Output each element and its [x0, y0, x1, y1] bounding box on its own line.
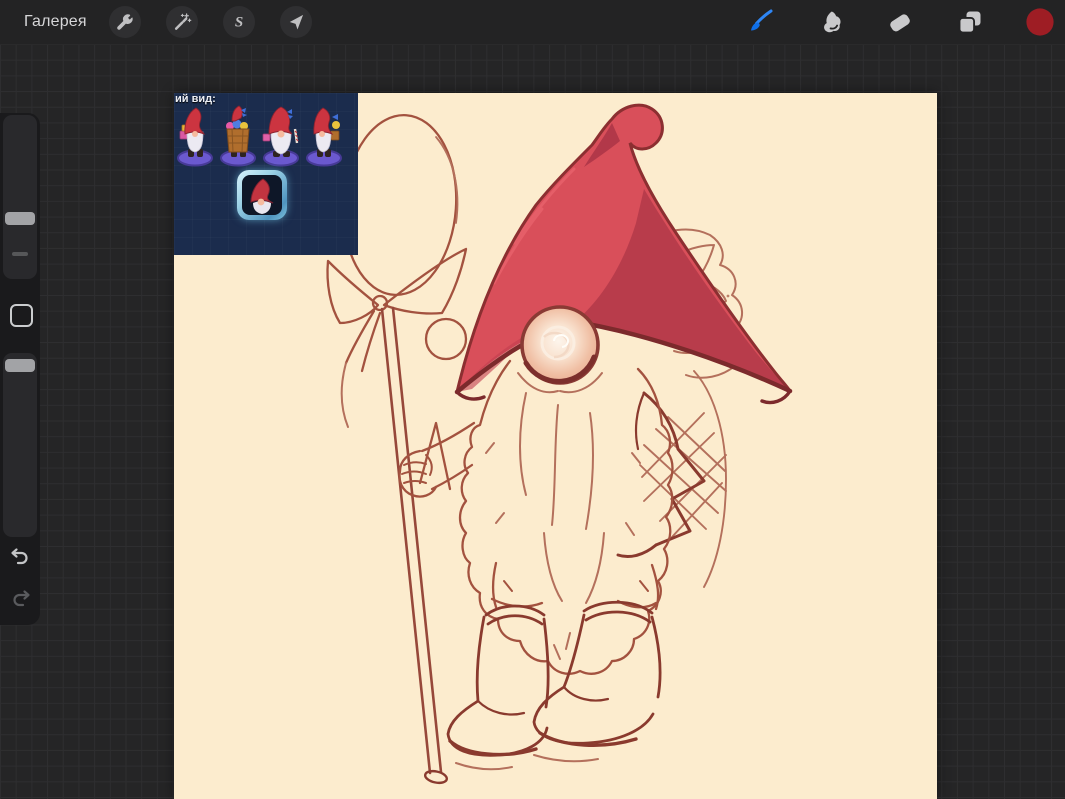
gnome-avatar-icon: [242, 175, 282, 215]
brush-sidebar: [0, 113, 40, 625]
selection-button[interactable]: S: [223, 6, 255, 38]
erase-tool-button[interactable]: [885, 7, 915, 37]
undo-button[interactable]: [8, 546, 32, 570]
selection-s-icon: S: [229, 12, 249, 32]
sprite-gnome-with-gifts-left: [174, 105, 216, 167]
reference-image[interactable]: ий вид:: [174, 93, 358, 255]
slider-clamp-mark: [12, 252, 28, 256]
transform-arrow-icon: [286, 12, 306, 32]
layers-button[interactable]: [955, 7, 985, 37]
modify-button[interactable]: [10, 304, 33, 327]
paint-tool-button[interactable]: [745, 7, 775, 37]
gallery-button[interactable]: Галерея: [24, 13, 87, 31]
smudge-tool-button[interactable]: [815, 7, 845, 37]
color-button[interactable]: [1025, 7, 1055, 37]
opacity-slider[interactable]: [3, 353, 37, 537]
eraser-icon: [886, 8, 914, 36]
wrench-icon: [115, 12, 135, 32]
transform-button[interactable]: [280, 6, 312, 38]
top-toolbar: Галерея S: [0, 0, 1065, 45]
redo-button[interactable]: [9, 588, 33, 612]
adjustments-button[interactable]: [166, 6, 198, 38]
actions-button[interactable]: [109, 6, 141, 38]
smudge-icon: [816, 8, 844, 36]
drawing-canvas[interactable]: ий вид:: [174, 93, 937, 799]
sprite-gnome-with-basket: [217, 105, 259, 167]
opacity-handle[interactable]: [5, 359, 35, 372]
paint-brush-icon: [745, 7, 775, 37]
sprite-gnome-front-candy: [260, 105, 302, 167]
reference-caption: ий вид:: [175, 93, 216, 105]
gnome-avatar-frame: [237, 170, 287, 220]
color-swatch: [1025, 6, 1055, 38]
sprite-gnome-with-sack-right: [303, 105, 345, 167]
magic-wand-icon: [172, 12, 192, 32]
svg-text:S: S: [235, 15, 243, 31]
brush-size-handle[interactable]: [5, 212, 35, 225]
procreate-window: Галерея S: [0, 0, 1065, 799]
layers-icon: [956, 8, 984, 36]
